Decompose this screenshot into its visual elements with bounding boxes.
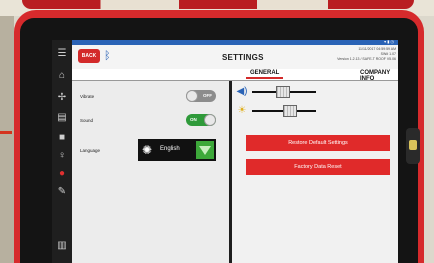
settings-header: BACK ᛒ SETTINGS 11/11/2017 04:59:59 AM S…: [72, 45, 398, 69]
back-button[interactable]: BACK: [78, 49, 100, 63]
vibrate-state: OFF: [203, 93, 212, 98]
toggle-knob: [186, 90, 198, 102]
tab-general[interactable]: GENERAL: [245, 70, 284, 79]
device-settings-pane: ◀) ☀ Restore Default Settings Factory Da…: [232, 81, 398, 263]
globe-icon: ✺: [142, 143, 153, 157]
volume-slider-handle[interactable]: [276, 86, 290, 98]
bluetooth-icon[interactable]: ᛒ: [104, 49, 116, 63]
language-value: English: [160, 146, 180, 152]
speaker-icon: ◀): [236, 86, 248, 97]
device-top-edge: [22, 0, 414, 9]
restore-defaults-button[interactable]: Restore Default Settings: [246, 135, 390, 151]
settings-tabs: GENERAL COMPANY INFO: [72, 69, 398, 82]
factory-reset-button[interactable]: Factory Data Reset: [246, 159, 390, 175]
vibrate-label: Vibrate: [80, 94, 95, 99]
tablet-screen: ☰ ⌂ ✢ ▤ ■ ♀ ● ✎ ▥ ▾ ▮ ◷ BACK ᛒ SETTINGS …: [52, 40, 398, 263]
location-pin-icon[interactable]: ●: [56, 168, 68, 180]
vibrate-toggle[interactable]: OFF: [186, 90, 216, 102]
menu-icon[interactable]: ☰: [56, 48, 68, 60]
case-side-button: [406, 128, 420, 164]
brightness-icon: ☀: [237, 105, 247, 116]
dropdown-arrow-icon[interactable]: [196, 141, 214, 159]
app-sidebar: ☰ ⌂ ✢ ▤ ■ ♀ ● ✎ ▥: [52, 40, 72, 263]
background-left: [0, 16, 14, 263]
home-icon[interactable]: ⌂: [56, 70, 68, 82]
sound-toggle[interactable]: ON: [186, 114, 216, 126]
status-indicators: ▾ ▮ ◷: [384, 40, 394, 44]
general-settings-pane: Vibrate OFF Sound ON Language ✺ English: [72, 81, 229, 263]
language-select[interactable]: ✺ English: [138, 139, 216, 161]
device-info: 11/11/2017 04:59:59 AM SW# 1.07 Version …: [296, 47, 396, 62]
sound-state: ON: [190, 117, 197, 122]
bulb-icon[interactable]: ♀: [56, 150, 68, 162]
language-label: Language: [80, 148, 101, 153]
background-marker: [0, 131, 12, 134]
toggle-knob: [204, 114, 216, 126]
page-title: SETTINGS: [222, 53, 264, 62]
compass-icon[interactable]: ✢: [56, 92, 68, 104]
document-icon[interactable]: ▤: [56, 112, 68, 124]
info-version: Version 1.2.13 / SAFE-T ROOF V5.06: [337, 57, 396, 61]
edit-icon[interactable]: ✎: [56, 186, 68, 198]
sound-label: Sound: [80, 118, 94, 123]
report-icon[interactable]: ▥: [56, 240, 68, 252]
brightness-slider-handle[interactable]: [283, 105, 297, 117]
folder-icon[interactable]: ■: [56, 132, 68, 144]
